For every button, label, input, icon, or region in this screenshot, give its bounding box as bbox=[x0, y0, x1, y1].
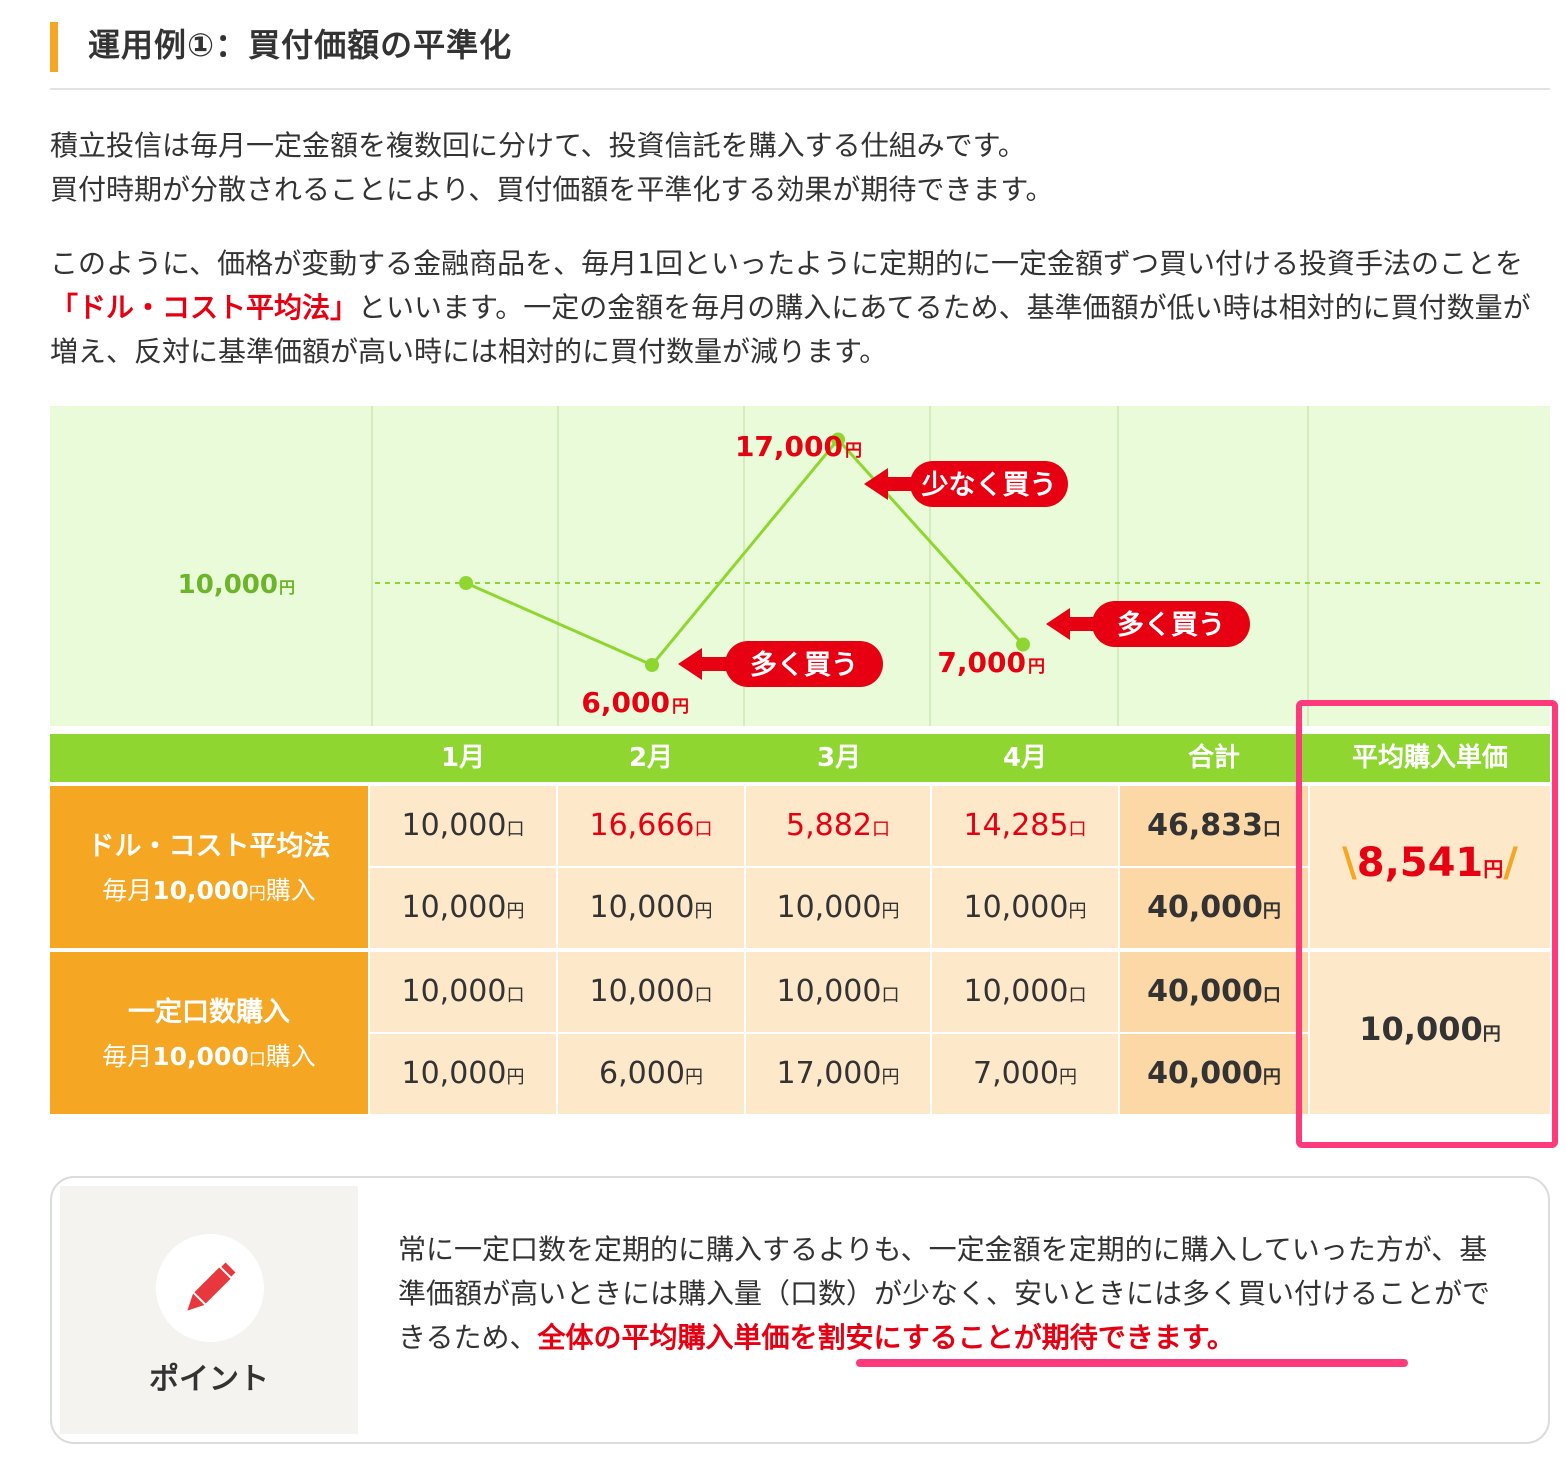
heading-accent-bar bbox=[50, 22, 58, 72]
data-label: 7,000 bbox=[937, 646, 1026, 679]
data-label-unit: 円 bbox=[845, 441, 862, 461]
group-label: ドル・コスト平均法 bbox=[87, 831, 331, 862]
data-label: 17,000 bbox=[735, 430, 843, 463]
table-cell: 10,000口 bbox=[746, 952, 930, 1032]
dollar-cost-averaging-term: 「ドル・コスト平均法」 bbox=[50, 291, 359, 324]
reference-line-label: 10,000 bbox=[178, 570, 278, 600]
intro-line-1: 積立投信は毎月一定金額を複数回に分けて、投資信託を購入する仕組みです。 bbox=[50, 129, 1026, 162]
table-cell: 10,000円 bbox=[558, 868, 744, 948]
average-price-dollar-cost: \8,541円/ bbox=[1310, 786, 1550, 948]
header-month-2: 2月 bbox=[628, 743, 674, 773]
point-box: ポイント 常に一定口数を定期的に購入するよりも、一定金額を定期的に購入していった… bbox=[50, 1176, 1550, 1444]
table-cell: 10,000口 bbox=[558, 952, 744, 1032]
data-point bbox=[645, 658, 659, 672]
header-month-4: 4月 bbox=[1002, 743, 1048, 773]
header-month-3: 3月 bbox=[816, 743, 862, 773]
table-cell: 10,000円 bbox=[746, 868, 930, 948]
explanation-text: このように、価格が変動する金融商品を、毎月1回といったように定期的に一定金額ずつ… bbox=[50, 242, 1550, 374]
data-point bbox=[459, 576, 473, 590]
table-header-row: 1月 2月 3月 4月 合計 平均購入単価 bbox=[50, 734, 1550, 782]
data-label-unit: 円 bbox=[1028, 657, 1045, 677]
explanation-before: このように、価格が変動する金融商品を、毎月1回といったように定期的に一定金額ずつ… bbox=[50, 247, 1523, 280]
dollar-cost-figure: 10,000 円 6,000 円 17,000 円 7,000 円多く買う 少なく買う 多く買う … bbox=[50, 406, 1550, 1114]
intro-line-2: 買付時期が分散されることにより、買付価額を平準化する効果が期待できます。 bbox=[50, 173, 1054, 206]
table-cell: 6,000円 bbox=[558, 1034, 744, 1114]
callout-label: 多く買う bbox=[1117, 610, 1225, 641]
pencil-icon bbox=[156, 1234, 264, 1342]
group-sublabel: 毎月10,000円購入 bbox=[102, 876, 316, 905]
price-chart: 10,000 円 6,000 円 17,000 円 7,000 円多く買う 少なく買う 多く買う bbox=[50, 406, 1550, 726]
table-cell-total: 40,000口 bbox=[1120, 952, 1308, 1032]
accent-slash-left-icon: \ bbox=[1342, 840, 1357, 886]
table-cell: 14,285口 bbox=[932, 786, 1118, 866]
callout-label: 多く買う bbox=[750, 650, 858, 681]
accent-slash-right-icon: / bbox=[1503, 840, 1518, 886]
table-cell: 10,000円 bbox=[370, 1034, 556, 1114]
reference-line-unit: 円 bbox=[279, 578, 295, 597]
table-cell: 16,666口 bbox=[558, 786, 744, 866]
intro-paragraph: 積立投信は毎月一定金額を複数回に分けて、投資信託を購入する仕組みです。 買付時期… bbox=[50, 124, 1550, 212]
point-icon-panel: ポイント bbox=[60, 1186, 358, 1434]
data-label-unit: 円 bbox=[672, 697, 689, 717]
header-average-unit-price: 平均購入単価 bbox=[1351, 743, 1508, 773]
callout-arrow-icon bbox=[678, 648, 729, 680]
section-heading: 運用例①：買付価額の平準化 bbox=[50, 18, 1550, 90]
table-cell-total: 40,000円 bbox=[1120, 868, 1308, 948]
header-month-1: 1月 bbox=[440, 743, 486, 773]
price-chart-svg: 10,000 円6,000 円17,000 円7,000 円多く買う少なく買う多く買う bbox=[178, 406, 1542, 726]
explanation-paragraph: このように、価格が変動する金融商品を、毎月1回といったように定期的に一定金額ずつ… bbox=[50, 242, 1550, 374]
page-title: 運用例①：買付価額の平準化 bbox=[88, 26, 513, 64]
highlight-underline bbox=[856, 1359, 1408, 1367]
callout-arrow-icon bbox=[1046, 608, 1096, 640]
table-cell: 7,000円 bbox=[932, 1034, 1118, 1114]
comparison-table: 1月 2月 3月 4月 合計 平均購入単価 ドル・コスト平均法 毎月10,000… bbox=[50, 726, 1550, 1114]
table-cell: 10,000口 bbox=[370, 952, 556, 1032]
group-sublabel: 毎月10,000口購入 bbox=[102, 1042, 316, 1071]
point-text: 常に一定口数を定期的に購入するよりも、一定金額を定期的に購入していった方が、基準… bbox=[398, 1233, 1491, 1354]
data-label: 6,000 bbox=[581, 686, 670, 719]
header-total: 合計 bbox=[1187, 743, 1240, 773]
average-price-fixed-units: 10,000円 bbox=[1310, 952, 1550, 1114]
row-label-dollar-cost: ドル・コスト平均法 毎月10,000円購入 bbox=[50, 786, 368, 948]
table-cell-total: 46,833口 bbox=[1120, 786, 1308, 866]
table-cell: 10,000円 bbox=[932, 868, 1118, 948]
table-cell-total: 40,000円 bbox=[1120, 1034, 1308, 1114]
point-highlight: 全体の平均購入単価を割安にすることが期待できます。 bbox=[537, 1321, 1235, 1354]
table-cell: 10,000口 bbox=[370, 786, 556, 866]
callout-label: 少なく買う bbox=[922, 470, 1057, 501]
table-cell: 10,000円 bbox=[370, 868, 556, 948]
row-label-fixed-units: 一定口数購入 毎月10,000口購入 bbox=[50, 952, 368, 1114]
table-cell: 17,000円 bbox=[746, 1034, 930, 1114]
table-cell: 5,882口 bbox=[746, 786, 930, 866]
point-label: ポイント bbox=[149, 1362, 269, 1397]
table-cell: 10,000口 bbox=[932, 952, 1118, 1032]
group-label: 一定口数購入 bbox=[128, 997, 290, 1028]
